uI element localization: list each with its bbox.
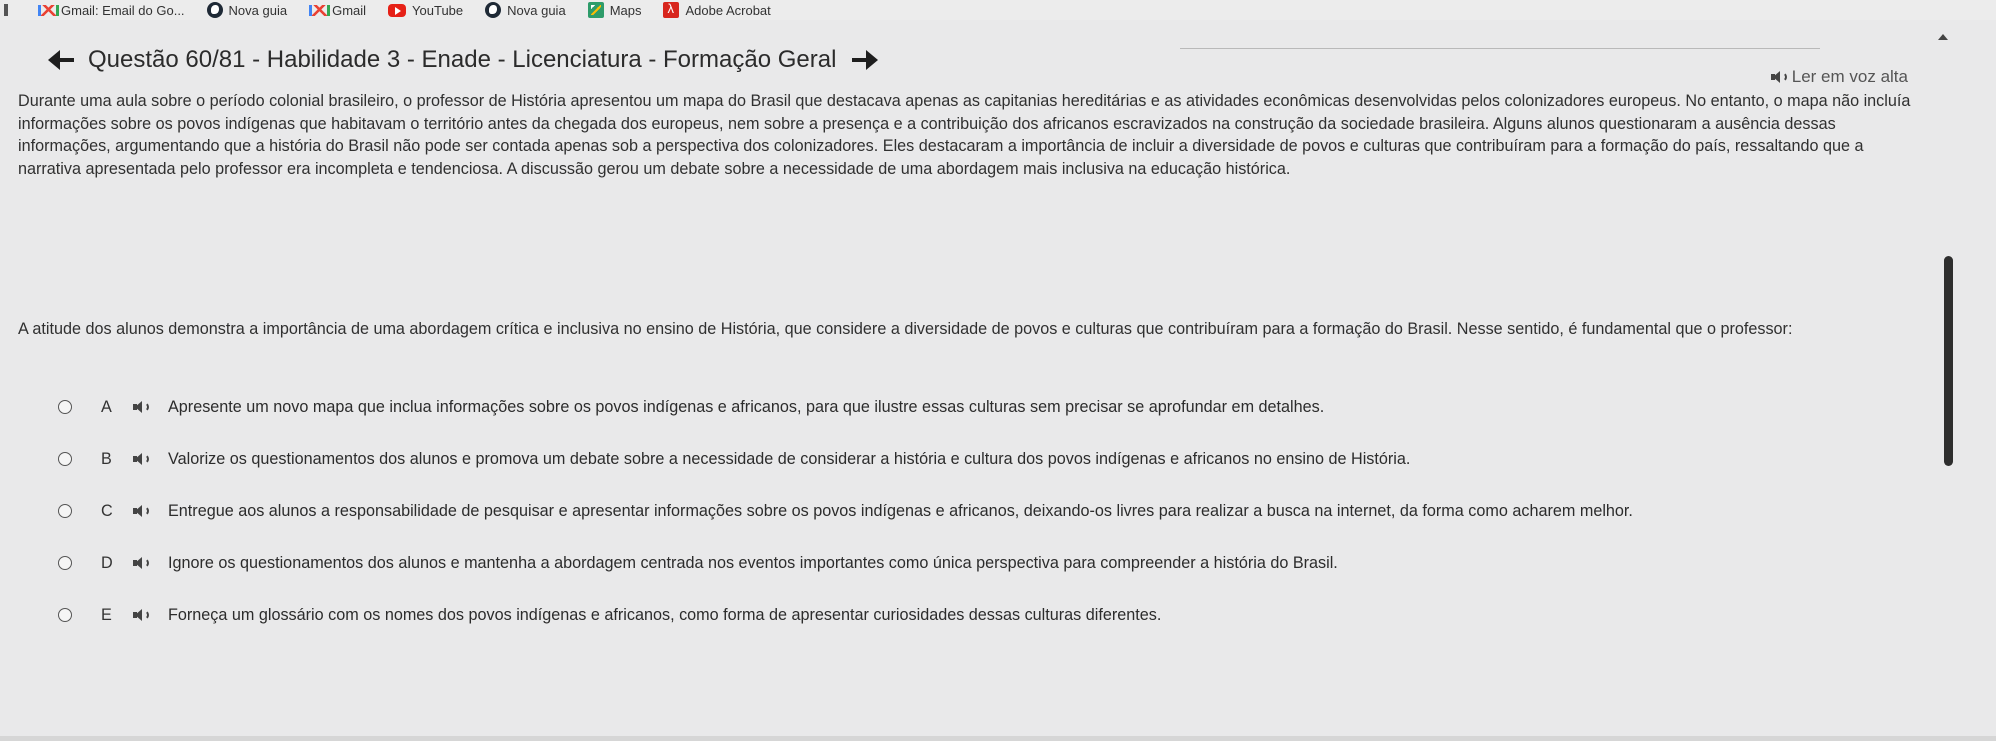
- back-arrow-icon[interactable]: [48, 50, 74, 70]
- radio-button[interactable]: [58, 452, 72, 466]
- bookmark-gmail-email[interactable]: Gmail: Email do Go...: [38, 3, 185, 18]
- radio-button[interactable]: [58, 400, 72, 414]
- option-text: Forneça um glossário com os nomes dos po…: [168, 605, 1162, 624]
- bookmark-label: Nova guia: [507, 2, 566, 18]
- option-a[interactable]: A Apresente um novo mapa que inclua info…: [58, 395, 1324, 419]
- speaker-icon[interactable]: [133, 556, 149, 570]
- bookmark-nova-guia-1[interactable]: Nova guia: [206, 2, 288, 18]
- radio-button[interactable]: [58, 556, 72, 570]
- speaker-icon[interactable]: [133, 608, 149, 622]
- bookmark-adobe-acrobat[interactable]: Adobe Acrobat: [663, 1, 771, 18]
- radio-button[interactable]: [58, 504, 72, 518]
- acrobat-icon: [663, 1, 680, 18]
- bookmark-label: Gmail: [332, 2, 367, 18]
- scroll-up-arrow-icon[interactable]: [1938, 34, 1948, 40]
- forward-arrow-icon[interactable]: [852, 50, 879, 70]
- bookmark-label: Maps: [609, 2, 642, 18]
- bookmark-label: Adobe Acrobat: [685, 2, 771, 18]
- page-title: Questão 60/81 - Habilidade 3 - Enade - L…: [88, 46, 837, 73]
- gmail-icon: [38, 3, 59, 17]
- globe-icon: [485, 2, 502, 18]
- option-letter: A: [101, 397, 112, 416]
- scrollbar-thumb[interactable]: [1944, 256, 1953, 466]
- option-letter: D: [101, 553, 113, 572]
- maps-icon: [587, 2, 604, 18]
- bookmark-youtube[interactable]: YouTube: [388, 3, 463, 18]
- divider: [1180, 48, 1820, 49]
- option-letter: C: [101, 501, 113, 520]
- option-text: Apresente um novo mapa que inclua inform…: [168, 397, 1325, 416]
- option-text: Valorize os questionamentos dos alunos e…: [168, 449, 1411, 468]
- option-b[interactable]: B Valorize os questionamentos dos alunos…: [58, 447, 1410, 471]
- speaker-icon[interactable]: [133, 504, 149, 518]
- option-text: Ignore os questionamentos dos alunos e m…: [168, 553, 1338, 572]
- question-page: Questão 60/81 - Habilidade 3 - Enade - L…: [0, 20, 1996, 741]
- bookmark-gmail[interactable]: Gmail: [309, 3, 366, 18]
- bottom-edge: [0, 736, 1996, 741]
- option-d[interactable]: D Ignore os questionamentos dos alunos e…: [58, 551, 1338, 575]
- option-letter: E: [101, 605, 112, 624]
- option-letter: B: [101, 449, 112, 468]
- bookmark-label: Nova guia: [228, 2, 288, 18]
- option-c[interactable]: C Entregue aos alunos a responsabilidade…: [58, 499, 1633, 523]
- bookmark-label: YouTube: [412, 2, 464, 18]
- option-e[interactable]: E Forneça um glossário com os nomes dos …: [58, 603, 1161, 627]
- speaker-icon: [1770, 70, 1787, 84]
- question-prompt: A atitude dos alunos demonstra a importâ…: [18, 320, 1793, 338]
- option-text: Entregue aos alunos a responsabilidade d…: [168, 501, 1633, 520]
- speaker-icon[interactable]: [133, 452, 149, 466]
- read-aloud-button[interactable]: Ler em voz alta: [1770, 67, 1908, 87]
- question-statement: Durante uma aula sobre o período colonia…: [18, 92, 1911, 178]
- bookmark-maps[interactable]: Maps: [587, 2, 642, 18]
- speaker-icon[interactable]: [133, 400, 149, 414]
- globe-icon: [206, 2, 223, 18]
- radio-button[interactable]: [58, 608, 72, 622]
- youtube-icon: [388, 3, 407, 17]
- question-header: Questão 60/81 - Habilidade 3 - Enade - L…: [48, 46, 879, 74]
- gmail-icon: [309, 3, 331, 17]
- bookmarks-edge: [4, 4, 8, 16]
- bookmark-nova-guia-2[interactable]: Nova guia: [485, 2, 566, 18]
- bookmark-label: Gmail: Email do Go...: [61, 2, 185, 18]
- bookmarks-bar: Gmail: Email do Go... Nova guia Gmail Yo…: [0, 0, 1996, 20]
- read-aloud-label: Ler em voz alta: [1791, 67, 1908, 86]
